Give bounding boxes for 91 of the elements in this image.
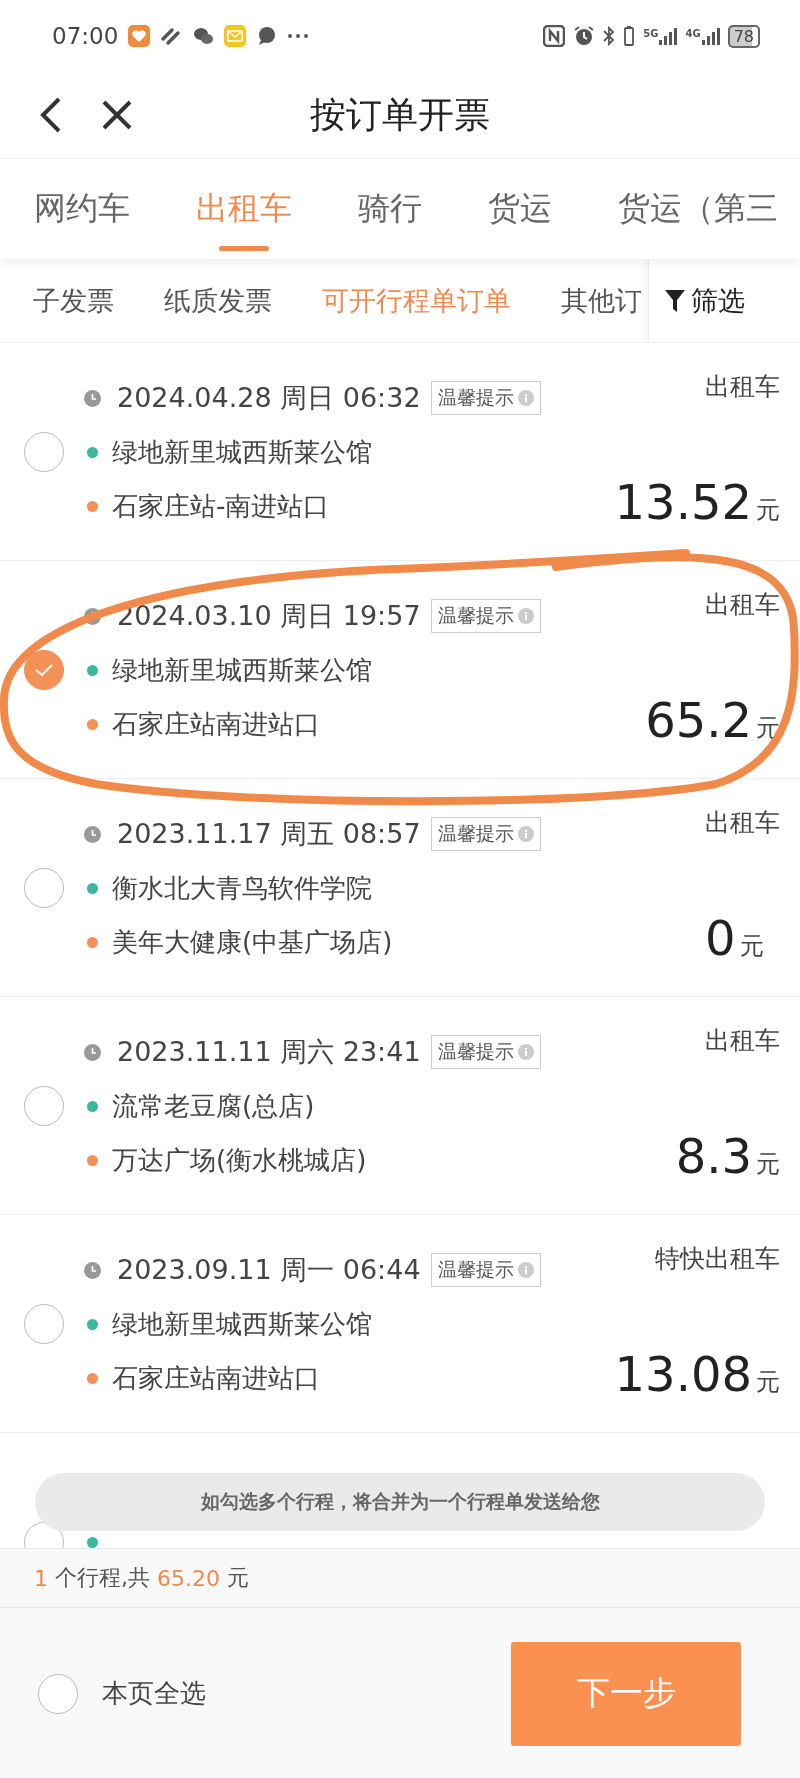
order-time: 2024.03.10 周日 19:57	[117, 599, 421, 633]
invoice-type-tab[interactable]: 其他订	[561, 282, 642, 319]
destination-dot	[87, 500, 98, 512]
origin-dot	[87, 882, 98, 894]
toast-message: 如勾选多个行程，将合并为一个行程单发送给您	[35, 1473, 765, 1531]
select-all-radio[interactable]	[38, 1673, 78, 1714]
select-all-label: 本页全选	[102, 1677, 206, 1710]
select-radio[interactable]	[24, 650, 64, 690]
destination-address: 万达广场(衡水桃城店)	[112, 1143, 367, 1177]
currency-unit: 元	[756, 1367, 780, 1398]
info-icon	[517, 1262, 534, 1278]
select-radio[interactable]	[24, 1304, 64, 1344]
currency-unit: 元	[756, 1149, 780, 1180]
alarm-icon	[573, 25, 596, 47]
origin-dot	[87, 664, 98, 676]
close-icon[interactable]	[102, 100, 132, 130]
more-dots-icon	[288, 34, 309, 38]
select-radio[interactable]	[24, 1086, 64, 1126]
car-type: 出租车	[704, 1025, 780, 1057]
order-amount: 65.2	[645, 696, 752, 744]
select-radio[interactable]	[24, 432, 64, 472]
origin-dot	[87, 446, 98, 458]
order-time: 2023.11.17 周五 08:57	[117, 817, 421, 851]
battery-level: 78	[727, 24, 760, 48]
currency-unit: 元	[739, 931, 764, 962]
category-tab[interactable]: 货运（第三	[618, 159, 778, 259]
car-type: 出租车	[704, 589, 780, 621]
signal-icon	[701, 27, 720, 45]
order-amount: 13.52	[614, 478, 752, 526]
chat-bubbles-icon	[192, 25, 215, 47]
nfc-icon	[543, 25, 566, 47]
mail-app-icon	[224, 25, 247, 47]
destination-dot	[87, 936, 98, 948]
tip-tag[interactable]: 温馨提示	[430, 1253, 541, 1287]
tip-tag[interactable]: 温馨提示	[430, 381, 541, 415]
page-title: 按订单开票	[310, 93, 490, 135]
tip-tag[interactable]: 温馨提示	[430, 817, 541, 851]
info-icon	[517, 826, 534, 842]
origin-dot	[87, 1318, 98, 1330]
invoice-type-tab[interactable]: 纸质发票	[164, 282, 272, 319]
origin-dot	[87, 1536, 98, 1548]
order-time: 2023.11.11 周六 23:41	[117, 1035, 421, 1069]
currency-unit: 元	[756, 495, 780, 526]
order-amount: 0	[705, 914, 736, 962]
info-icon	[517, 1044, 534, 1060]
info-icon	[517, 608, 534, 624]
battery-small-icon	[623, 25, 636, 47]
order-time: 2023.09.11 周一 06:44	[117, 1253, 421, 1287]
filter-button[interactable]: 筛选	[648, 259, 800, 342]
destination-address: 美年大健康(中基广场店)	[112, 925, 393, 959]
order-amount: 13.08	[614, 1350, 752, 1398]
destination-address: 石家庄站-南进站口	[112, 489, 330, 523]
bluetooth-icon	[603, 25, 616, 47]
filter-icon	[665, 288, 685, 313]
signal-icon	[659, 27, 678, 45]
clock-icon	[84, 1043, 101, 1061]
car-type: 特快出租车	[654, 1243, 780, 1275]
order-time: 2024.04.28 周日 06:32	[117, 381, 421, 415]
destination-dot	[87, 718, 98, 730]
destination-dot	[87, 1154, 98, 1166]
check-icon	[34, 662, 54, 678]
category-tab[interactable]: 骑行	[358, 159, 422, 259]
info-icon	[517, 390, 534, 406]
origin-address: 流常老豆腐(总店)	[112, 1089, 315, 1123]
destination-dot	[87, 1372, 98, 1384]
category-tab[interactable]: 网约车	[34, 159, 130, 259]
network-label: 4G	[685, 27, 701, 39]
invoice-type-tab[interactable]: 子发票	[33, 282, 114, 319]
origin-address: 绿地新里城西斯莱公馆	[112, 435, 372, 469]
back-icon[interactable]	[40, 97, 62, 133]
network-label: 5G	[643, 27, 659, 39]
tip-tag[interactable]: 温馨提示	[430, 599, 541, 633]
clock-icon	[84, 389, 101, 407]
origin-address: 绿地新里城西斯莱公馆	[112, 653, 372, 687]
selection-summary: 1 个行程,共 65.20 元	[0, 1548, 800, 1608]
order-amount: 8.3	[675, 1132, 752, 1180]
origin-address: 衡水北大青鸟软件学院	[112, 871, 372, 905]
origin-dot	[87, 1100, 98, 1112]
car-type: 出租车	[705, 807, 780, 839]
select-radio[interactable]	[24, 868, 64, 908]
category-tab[interactable]: 货运	[488, 159, 552, 259]
heart-app-icon	[128, 25, 151, 47]
tip-tag[interactable]: 温馨提示	[430, 1035, 541, 1069]
origin-address: 绿地新里城西斯莱公馆	[112, 1307, 372, 1341]
clock-icon	[84, 825, 101, 843]
stripes-app-icon	[160, 25, 183, 47]
destination-address: 石家庄站南进站口	[112, 1361, 320, 1395]
destination-address: 石家庄站南进站口	[112, 707, 320, 741]
car-type: 出租车	[704, 371, 780, 403]
status-time: 07:00	[52, 23, 119, 49]
clock-icon	[84, 1261, 101, 1279]
